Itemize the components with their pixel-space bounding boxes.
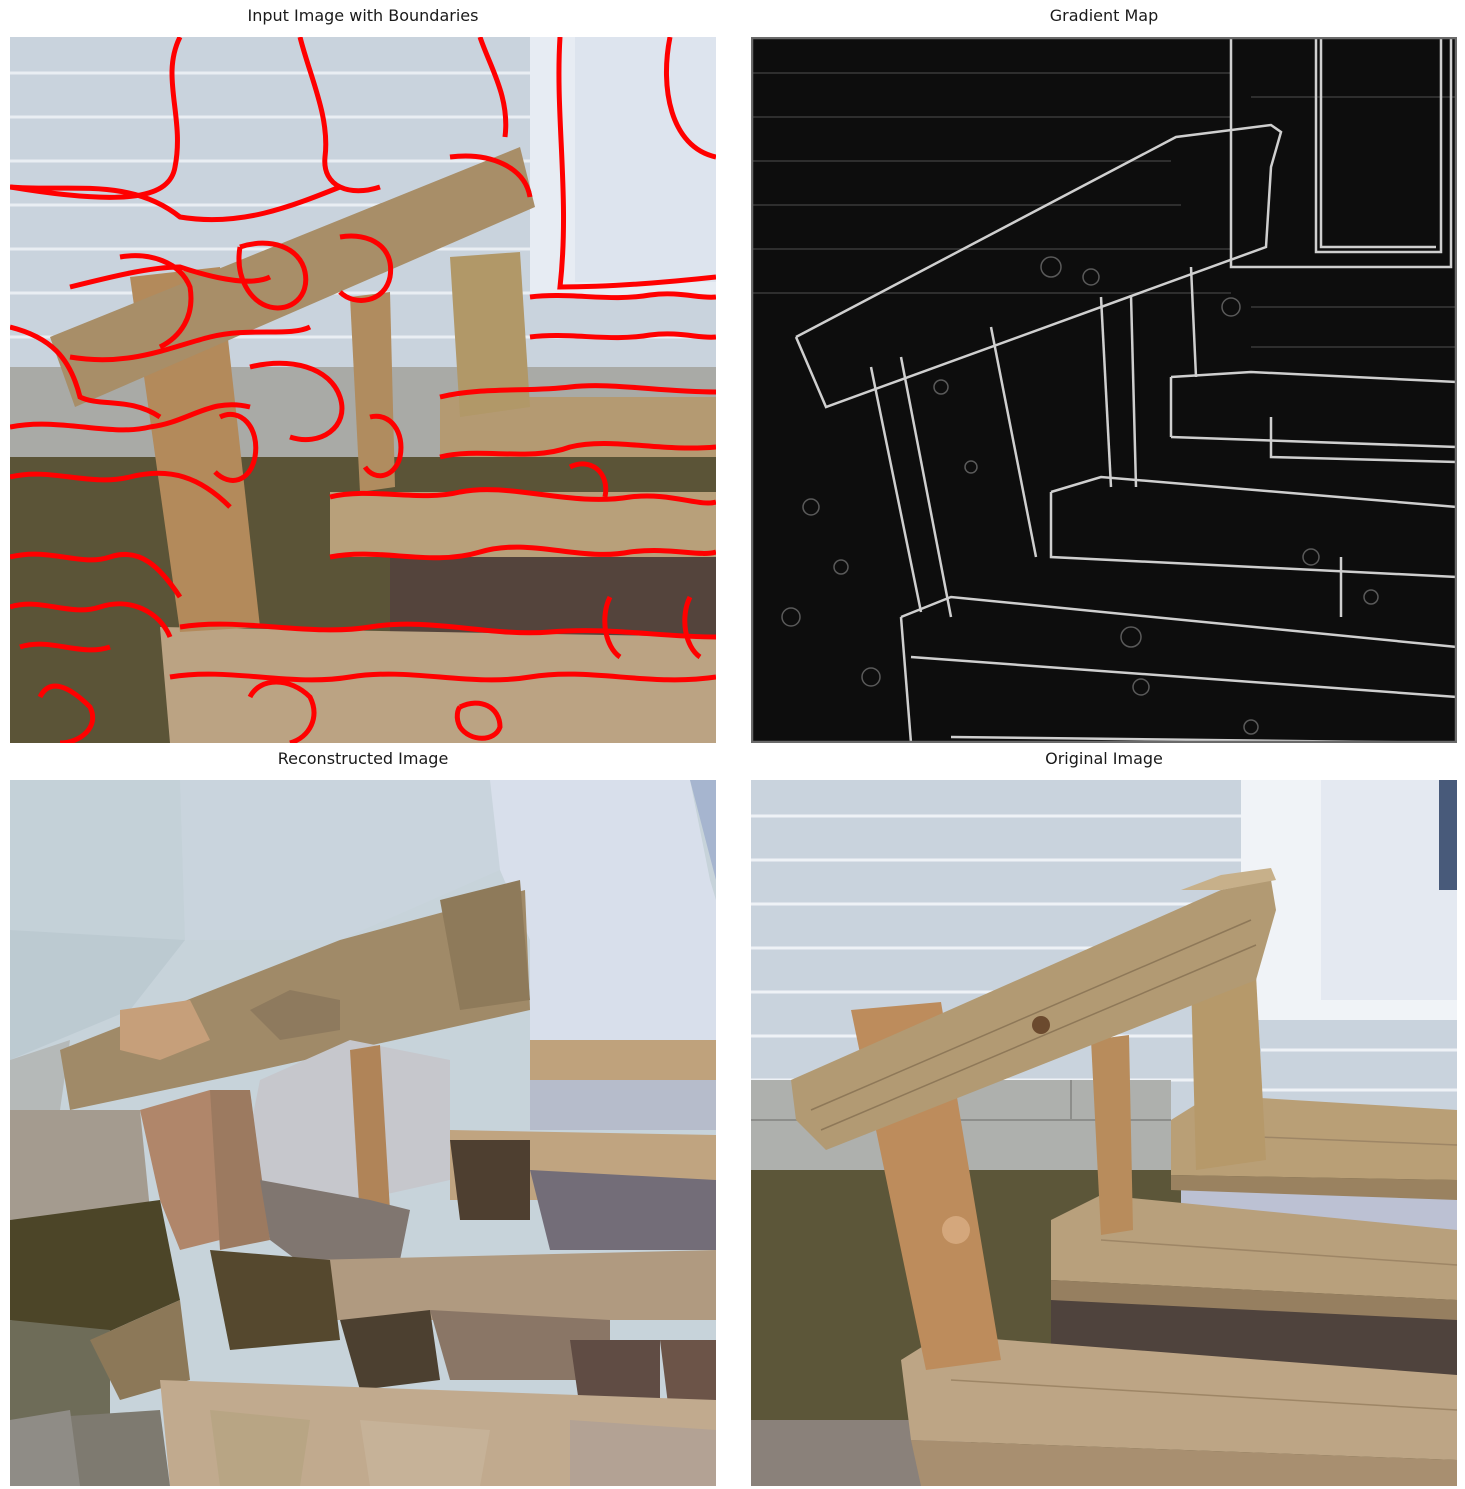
- original-image: [751, 780, 1457, 1486]
- input-image-with-boundaries: [10, 37, 716, 743]
- panel-title-input: Input Image with Boundaries: [247, 6, 479, 25]
- panel-reconstructed: Reconstructed Image: [10, 743, 716, 1486]
- reconstructed-image: [10, 780, 716, 1486]
- gradient-map-image: [751, 37, 1457, 743]
- panel-input-with-boundaries: Input Image with Boundaries: [10, 0, 716, 743]
- panel-title-original: Original Image: [1045, 749, 1163, 768]
- panel-gradient-map: Gradient Map: [751, 0, 1457, 743]
- panel-original: Original Image: [751, 743, 1457, 1486]
- panel-title-reconstructed: Reconstructed Image: [277, 749, 449, 768]
- panel-title-gradient: Gradient Map: [1049, 6, 1159, 25]
